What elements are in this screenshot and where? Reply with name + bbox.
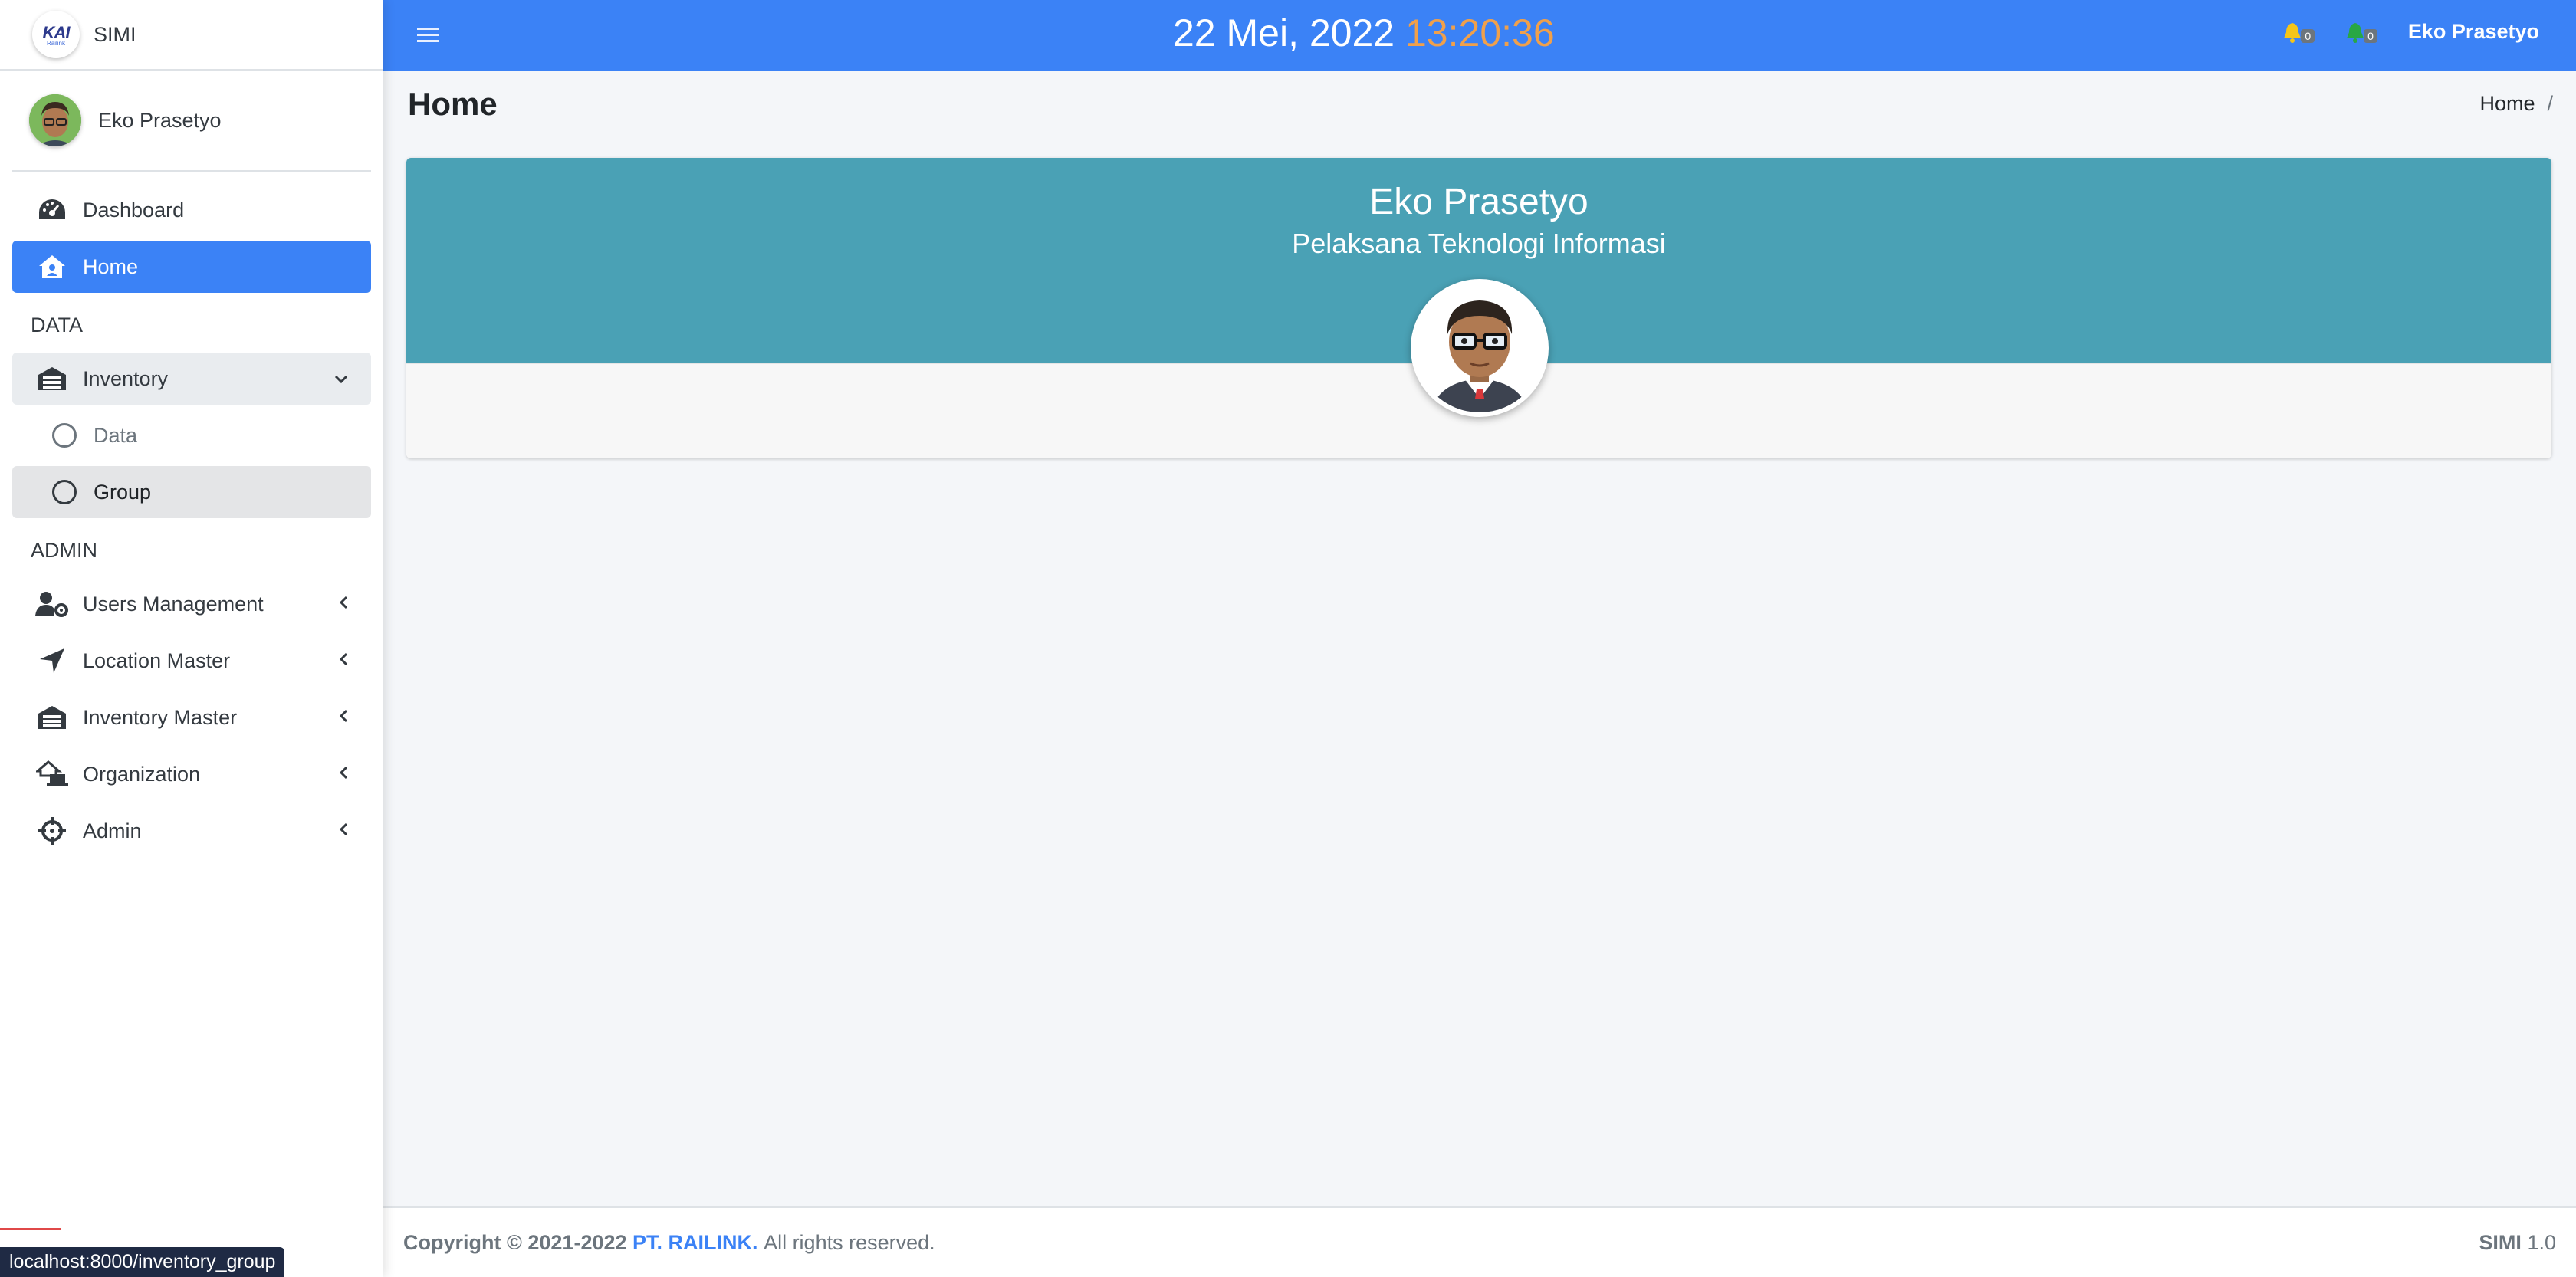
sidebar-header-data: DATA xyxy=(31,313,84,336)
notification-bell-green-button[interactable]: 0 xyxy=(2345,21,2377,43)
brand-link[interactable]: KAI Railink SIMI xyxy=(0,0,383,71)
user-gear-icon xyxy=(35,589,69,619)
house-laptop-icon xyxy=(35,759,69,790)
sidebar-item-label: Home xyxy=(83,254,139,278)
decorative-mark xyxy=(0,1228,61,1247)
navbar-user-menu[interactable]: Eko Prasetyo xyxy=(2408,20,2539,44)
sidebar-item-label: Dashboard xyxy=(83,198,185,222)
footer-app-name: SIMI xyxy=(2479,1230,2522,1254)
brand-logo-sub: Railink xyxy=(46,39,65,47)
content-header: Home Home / xyxy=(406,83,2553,136)
sidebar-subitem-data[interactable]: Data xyxy=(12,409,371,461)
chevron-left-icon xyxy=(339,593,348,615)
sidebar-item-organization[interactable]: Organization xyxy=(12,748,371,800)
sidebar-item-label: Location Master xyxy=(83,648,231,672)
notification-badge: 0 xyxy=(2301,28,2315,43)
sidebar-item-label: Organization xyxy=(83,762,201,786)
bell-icon xyxy=(2284,22,2302,43)
sidebar-item-label: Users Management xyxy=(83,592,264,616)
sidebar-item-inventory[interactable]: Inventory xyxy=(12,353,371,405)
profile-card: Eko Prasetyo Pelaksana Teknologi Informa… xyxy=(406,158,2551,458)
warehouse-icon xyxy=(35,363,69,394)
home-user-icon xyxy=(35,251,69,282)
footer-version-number: 1.0 xyxy=(2527,1230,2556,1254)
footer-copyright: Copyright © 2021-2022 xyxy=(403,1230,627,1254)
datetime-display: 22 Mei, 2022 13:20:36 xyxy=(1173,11,1555,55)
time-text: 13:20:36 xyxy=(1405,11,1555,54)
hamburger-menu-icon[interactable] xyxy=(417,21,439,49)
sidebar-item-label: Admin xyxy=(83,819,142,842)
sidebar-nav: Dashboard Home DATA Inventory xyxy=(0,172,383,405)
chevron-down-icon xyxy=(334,368,348,389)
chevron-left-icon xyxy=(339,707,348,728)
page-title: Home xyxy=(408,86,498,122)
bell-icon xyxy=(2347,22,2364,43)
sidebar: KAI Railink SIMI Eko Prasetyo Dashboard xyxy=(0,0,383,1277)
warehouse-icon xyxy=(35,702,69,733)
chevron-left-icon xyxy=(339,763,348,785)
footer-version: SIMI 1.0 xyxy=(2479,1231,2556,1255)
user-panel[interactable]: Eko Prasetyo xyxy=(12,71,371,172)
speedometer-icon xyxy=(35,195,69,225)
sidebar-item-admin[interactable]: Admin xyxy=(12,805,371,857)
breadcrumb-separator: / xyxy=(2547,92,2553,115)
footer: Copyright © 2021-2022 PT. RAILINK. All r… xyxy=(383,1206,2576,1277)
crosshairs-icon xyxy=(35,816,69,846)
circle-icon xyxy=(52,423,77,448)
footer-company-link[interactable]: PT. RAILINK. xyxy=(632,1231,758,1255)
breadcrumb-item-home[interactable]: Home xyxy=(2479,92,2535,115)
sidebar-item-home[interactable]: Home xyxy=(12,241,371,293)
circle-icon xyxy=(52,480,77,504)
navbar-right: 0 0 Eko Prasetyo xyxy=(2282,20,2539,44)
chevron-left-icon xyxy=(339,650,348,671)
sidebar-subitem-label: Data xyxy=(94,423,138,447)
top-navbar: 22 Mei, 2022 13:20:36 0 0 Eko Prasetyo xyxy=(383,0,2576,71)
chevron-left-icon xyxy=(339,820,348,842)
sidebar-user-name: Eko Prasetyo xyxy=(98,108,222,132)
footer-rights: All rights reserved. xyxy=(764,1230,935,1254)
breadcrumb: Home / xyxy=(2479,92,2553,116)
sidebar-subitem-group[interactable]: Group xyxy=(12,466,371,518)
browser-status-url: localhost:8000/inventory_group xyxy=(0,1247,285,1277)
sidebar-item-users-management[interactable]: Users Management xyxy=(12,578,371,630)
notification-bell-button[interactable]: 0 xyxy=(2282,21,2315,43)
location-arrow-icon xyxy=(35,645,69,676)
notification-badge: 0 xyxy=(2364,28,2377,43)
avatar xyxy=(29,94,81,146)
date-text: 22 Mei, 2022 xyxy=(1173,11,1395,54)
brand-name: SIMI xyxy=(94,22,136,46)
sidebar-item-label: Inventory xyxy=(83,366,169,390)
profile-name: Eko Prasetyo xyxy=(1369,182,1589,222)
sidebar-nav-admin: ADMIN Users Management Location Master I… xyxy=(0,523,383,857)
brand-logo: KAI Railink xyxy=(32,11,80,58)
profile-role: Pelaksana Teknologi Informasi xyxy=(1292,228,1666,259)
sidebar-item-location-master[interactable]: Location Master xyxy=(12,635,371,687)
sidebar-item-label: Inventory Master xyxy=(83,705,238,729)
sidebar-subitem-label: Group xyxy=(94,480,152,504)
sidebar-item-inventory-master[interactable]: Inventory Master xyxy=(12,691,371,744)
sidebar-header-admin: ADMIN xyxy=(31,538,97,562)
profile-avatar xyxy=(1411,279,1549,417)
sidebar-item-dashboard[interactable]: Dashboard xyxy=(12,184,371,236)
